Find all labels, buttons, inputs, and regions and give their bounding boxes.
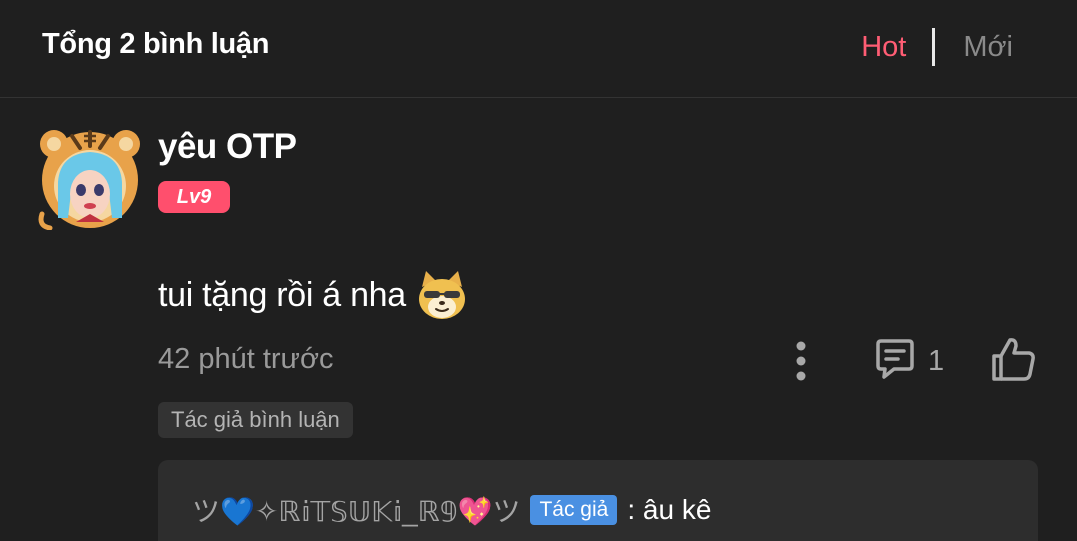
comment-username[interactable]: yêu OTP (158, 127, 297, 167)
doge-sunglasses-emoji-icon (416, 269, 468, 321)
comment-total-label: Tổng 2 bình luận (42, 28, 270, 60)
reply-username[interactable]: ツ💙✧ℝ𝕚𝕋𝕊𝕌𝕂𝕚_ℝ𝟡💖ツ (192, 490, 520, 530)
reply-button[interactable]: 1 (872, 336, 944, 387)
thumbs-up-icon[interactable] (988, 334, 1038, 384)
sort-tabs: Hot Mới (861, 28, 1013, 66)
author-comment-tag: Tác giả bình luận (158, 402, 353, 438)
level-badge: Lv9 (158, 181, 230, 213)
reply-preview[interactable]: ツ💙✧ℝ𝕚𝕋𝕊𝕌𝕂𝕚_ℝ𝟡💖ツ Tác giả : âu kê (158, 460, 1038, 541)
reply-count: 1 (928, 345, 945, 377)
more-vertical-icon[interactable] (788, 340, 814, 382)
comment-icon (872, 336, 918, 387)
tiger-hood-avatar-icon[interactable] (36, 122, 144, 231)
sort-divider (932, 28, 936, 66)
reply-line: ツ💙✧ℝ𝕚𝕋𝕊𝕌𝕂𝕚_ℝ𝟡💖ツ Tác giả : âu kê (192, 490, 711, 530)
comment-text: tui tặng rồi á nha (158, 275, 406, 314)
sort-new-tab[interactable]: Mới (963, 31, 1013, 64)
sort-hot-tab[interactable]: Hot (861, 31, 906, 64)
comment-body: tui tặng rồi á nha (158, 269, 468, 321)
author-badge: Tác giả (530, 495, 618, 525)
comments-header: Tổng 2 bình luận Hot Mới (0, 0, 1077, 98)
comment-timestamp: 42 phút trước (158, 343, 334, 375)
reply-text: : âu kê (627, 494, 712, 525)
